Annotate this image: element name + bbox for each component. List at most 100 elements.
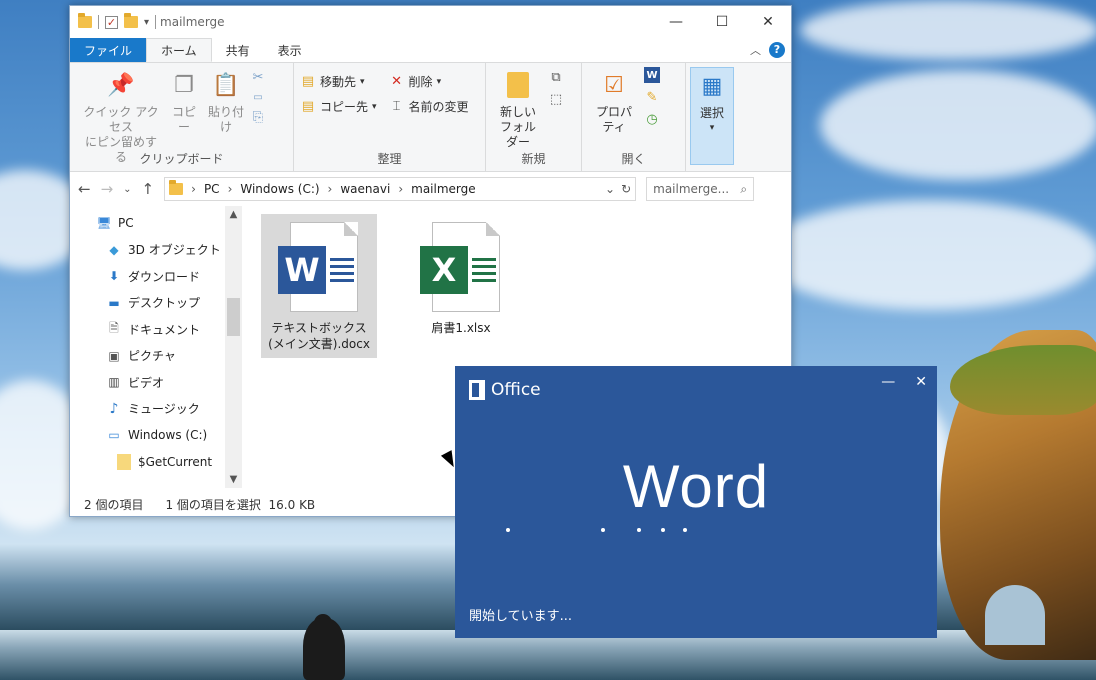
nav-item-label: 3D オブジェクト bbox=[128, 243, 221, 258]
search-input[interactable]: mailmerge... ⌕ bbox=[646, 177, 755, 201]
nav-item-3d-objects[interactable]: ◆ 3D オブジェクト bbox=[70, 237, 242, 264]
videos-icon: ▥ bbox=[108, 375, 120, 390]
customize-toolbar-chevron-icon[interactable]: ▾ bbox=[144, 17, 149, 28]
file-item-docx[interactable]: W テキストボックス(メイン文書).docx bbox=[261, 214, 377, 358]
copy-path-icon[interactable]: ▭ bbox=[250, 89, 266, 105]
recent-locations-chevron-icon[interactable]: ⌄ bbox=[123, 184, 131, 195]
folder-icon bbox=[169, 180, 184, 195]
copy-to-button[interactable]: ▤ コピー先 ▾ bbox=[300, 98, 377, 115]
minimize-button[interactable]: — bbox=[653, 6, 699, 38]
wallpaper-rock-top bbox=[950, 345, 1096, 415]
quick-access-toolbar: ✓ ▾ bbox=[78, 13, 157, 29]
breadcrumb-separator-icon[interactable]: › bbox=[228, 182, 233, 196]
title-bar[interactable]: ✓ ▾ mailmerge — ☐ ✕ bbox=[70, 6, 791, 38]
breadcrumb-separator-icon[interactable]: › bbox=[398, 182, 403, 196]
scroll-thumb[interactable] bbox=[227, 298, 240, 336]
nav-item-downloads[interactable]: ⬇ ダウンロード bbox=[70, 263, 242, 290]
up-arrow-icon[interactable]: ↑ bbox=[142, 180, 155, 198]
scroll-down-arrow-icon[interactable]: ▼ bbox=[225, 471, 242, 488]
wallpaper-cloud bbox=[760, 200, 1096, 310]
select-grid-icon: ▦ bbox=[701, 73, 723, 99]
ribbon-group-organize: ▤ 移動先 ▾ ▤ コピー先 ▾ ✕ 削除 ▾ ⌶ 名前の変更 整理 bbox=[294, 63, 486, 171]
status-item-count: 2 個の項目 bbox=[84, 497, 144, 512]
breadcrumb-separator-icon[interactable]: › bbox=[191, 182, 196, 196]
move-to-label: 移動先 bbox=[320, 75, 357, 89]
close-button[interactable]: ✕ bbox=[745, 6, 791, 38]
move-to-icon: ▤ bbox=[301, 74, 315, 89]
collapse-ribbon-chevron-icon[interactable]: ︿ bbox=[750, 42, 761, 58]
desktop-icon: ▬ bbox=[108, 295, 120, 310]
delete-button[interactable]: ✕ 削除 ▾ bbox=[389, 73, 469, 90]
folder-icon bbox=[116, 453, 132, 470]
toolbar-separator bbox=[98, 15, 99, 29]
select-chevron-icon: ▾ bbox=[709, 123, 715, 133]
tab-home[interactable]: ホーム bbox=[146, 38, 212, 62]
music-icon: ♪ bbox=[109, 400, 119, 417]
nav-item-music[interactable]: ♪ ミュージック bbox=[70, 396, 242, 423]
properties-label: プロパティ bbox=[595, 105, 632, 134]
wallpaper-cloud bbox=[800, 0, 1096, 60]
breadcrumb-mailmerge[interactable]: mailmerge bbox=[411, 182, 476, 196]
nav-item-pictures[interactable]: ▣ ピクチャ bbox=[70, 343, 242, 370]
open-word-icon[interactable]: W bbox=[644, 67, 660, 83]
new-folder-icon[interactable] bbox=[124, 13, 138, 28]
breadcrumb-pc[interactable]: PC bbox=[204, 182, 220, 196]
history-icon[interactable]: ◷ bbox=[644, 111, 660, 127]
forward-arrow-icon[interactable]: → bbox=[101, 180, 114, 198]
nav-item-documents[interactable]: 🗎 ドキュメント bbox=[70, 316, 242, 343]
edit-icon[interactable]: ✎ bbox=[644, 89, 660, 105]
select-button[interactable]: ▦ 選択 ▾ bbox=[690, 67, 734, 165]
splash-close-button[interactable]: ✕ bbox=[915, 374, 927, 390]
search-placeholder: mailmerge... bbox=[653, 182, 730, 196]
cut-icon[interactable]: ✂ bbox=[250, 69, 266, 85]
splash-status-text: 開始しています... bbox=[469, 609, 573, 624]
back-arrow-icon[interactable]: ← bbox=[78, 180, 91, 198]
maximize-button[interactable]: ☐ bbox=[699, 6, 745, 38]
refresh-icon[interactable]: ↻ bbox=[621, 182, 631, 196]
splash-minimize-button[interactable]: — bbox=[881, 374, 895, 390]
paste-shortcut-icon[interactable]: ⎘ bbox=[250, 109, 266, 125]
nav-item-videos[interactable]: ▥ ビデオ bbox=[70, 369, 242, 396]
breadcrumb-separator-icon[interactable]: › bbox=[328, 182, 333, 196]
address-dropdown-chevron-icon[interactable]: ⌄ bbox=[605, 182, 615, 196]
nav-item-label: ダウンロード bbox=[128, 269, 201, 284]
tab-file[interactable]: ファイル bbox=[70, 38, 147, 62]
nav-item-label: ドキュメント bbox=[128, 322, 201, 337]
copy-icon: ❐ bbox=[174, 72, 194, 98]
easy-access-icon[interactable]: ⬚ bbox=[548, 91, 564, 107]
address-bar[interactable]: › PC › Windows (C:) › waenavi › mailmerg… bbox=[164, 177, 637, 201]
new-folder-label: 新しい フォルダー bbox=[499, 105, 536, 149]
status-selection: 1 個の項目を選択 16.0 KB bbox=[165, 497, 316, 512]
tab-share[interactable]: 共有 bbox=[212, 38, 264, 62]
nav-item-label: ビデオ bbox=[128, 375, 165, 390]
move-to-button[interactable]: ▤ 移動先 ▾ bbox=[300, 73, 377, 90]
tab-view[interactable]: 表示 bbox=[264, 38, 316, 62]
nav-item-desktop[interactable]: ▬ デスクトップ bbox=[70, 290, 242, 317]
loading-dot bbox=[637, 528, 641, 532]
nav-item-label: Windows (C:) bbox=[128, 428, 208, 443]
file-item-xlsx[interactable]: X 肩書1.xlsx bbox=[403, 214, 519, 336]
nav-item-getcurrent[interactable]: $GetCurrent bbox=[70, 449, 242, 476]
help-icon[interactable]: ? bbox=[769, 42, 785, 58]
new-item-icon[interactable]: ⧉ bbox=[548, 69, 564, 85]
ribbon-group-clipboard: 📌 クイック アクセス にピン留めする ❐ コピー 📋 貼り付け ✂ ▭ ⎘ ク… bbox=[70, 63, 294, 171]
breadcrumb-waenavi[interactable]: waenavi bbox=[340, 182, 390, 196]
word-splash-screen: Office — ✕ Word 開始しています... bbox=[455, 366, 937, 638]
properties-check-icon[interactable]: ✓ bbox=[105, 15, 118, 29]
office-icon bbox=[469, 380, 485, 400]
copy-to-icon: ▤ bbox=[301, 99, 315, 114]
drive-icon: ▭ bbox=[108, 428, 120, 443]
copy-label: コピー bbox=[171, 105, 196, 134]
nav-item-pc[interactable]: 🖥 PC bbox=[70, 210, 242, 237]
documents-icon: 🗎 bbox=[109, 320, 119, 335]
breadcrumb-windows-c[interactable]: Windows (C:) bbox=[240, 182, 319, 196]
rename-button[interactable]: ⌶ 名前の変更 bbox=[389, 98, 469, 115]
nav-item-windows-c[interactable]: ▭ Windows (C:) bbox=[70, 422, 242, 449]
loading-dots bbox=[455, 528, 937, 536]
office-logo: Office bbox=[469, 380, 541, 400]
group-label-clipboard: クリップボード bbox=[139, 152, 224, 166]
navigation-scrollbar[interactable]: ▲ ▼ bbox=[225, 206, 242, 488]
ribbon-group-new: 新しい フォルダー ⧉ ⬚ 新規 bbox=[486, 63, 582, 171]
scroll-up-arrow-icon[interactable]: ▲ bbox=[225, 206, 242, 223]
delete-label: 削除 bbox=[408, 75, 433, 89]
